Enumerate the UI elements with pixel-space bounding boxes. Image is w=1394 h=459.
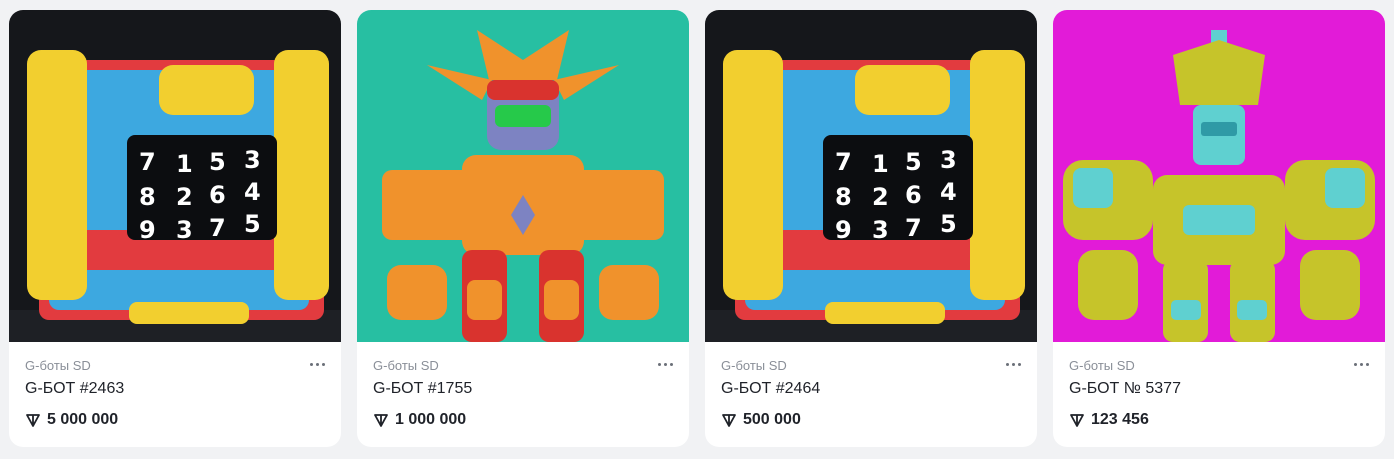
nft-price: 5 000 000 [25,410,325,430]
nft-price: 500 000 [721,410,1021,430]
price-value: 500 000 [743,411,801,428]
cube-digit: 5 [905,148,922,176]
cube-digit: 6 [905,181,922,209]
cube-digit: 7 [835,148,852,176]
collection-name[interactable]: G-боты SD [1069,358,1369,374]
cube-digit: 4 [940,178,957,206]
cube-digit: 3 [872,216,889,244]
more-dots-icon[interactable] [1001,356,1025,372]
nft-image-cube-lock-bot[interactable]: 7 8 9 1 2 3 5 6 7 3 4 5 [9,10,341,342]
cube-digit: 7 [905,214,922,242]
ton-icon [374,414,388,427]
nft-title[interactable]: G-БОТ #2463 [25,379,325,399]
nft-card[interactable]: G-боты SD G-БОТ #1755 1 000 000 [357,10,689,447]
collection-name[interactable]: G-боты SD [373,358,673,374]
nft-image-yellow-robot[interactable] [1053,10,1385,342]
nft-title[interactable]: G-БОТ #2464 [721,379,1021,399]
nft-card[interactable]: 7 8 9 1 2 3 5 6 7 3 4 5 G-боты SD G-БОТ … [705,10,1037,447]
more-dots-icon[interactable] [1349,356,1373,372]
nft-card[interactable]: 7 8 9 1 2 3 5 6 7 3 4 5 G-боты SD G-БОТ … [9,10,341,447]
card-info: G-боты SD G-БОТ № 5377 123 456 [1053,342,1385,447]
cube-digit: 5 [940,210,957,238]
ton-icon [1070,414,1084,427]
cube-digit: 3 [244,146,261,174]
nft-image-orange-robot[interactable] [357,10,689,342]
cube-digit: 5 [244,210,261,238]
cube-digit: 2 [872,183,889,211]
card-info: G-боты SD G-БОТ #2464 500 000 [705,342,1037,447]
cube-digit: 9 [139,216,156,244]
collection-name[interactable]: G-боты SD [25,358,325,374]
cube-digit: 3 [176,216,193,244]
nft-image-cube-lock-bot[interactable]: 7 8 9 1 2 3 5 6 7 3 4 5 [705,10,1037,342]
nft-price: 1 000 000 [373,410,673,430]
price-value: 5 000 000 [47,411,119,428]
price-value: 1 000 000 [395,411,467,428]
nft-card[interactable]: G-боты SD G-БОТ № 5377 123 456 [1053,10,1385,447]
card-info: G-боты SD G-БОТ #1755 1 000 000 [357,342,689,447]
cube-digit: 1 [872,150,889,178]
cube-digit: 1 [176,150,193,178]
nft-title[interactable]: G-БОТ #1755 [373,379,673,399]
more-dots-icon[interactable] [305,356,329,372]
cube-digit: 2 [176,183,193,211]
cube-digit: 6 [209,181,226,209]
cube-digit: 8 [835,183,852,211]
collection-name[interactable]: G-боты SD [721,358,1021,374]
price-value: 123 456 [1091,411,1149,428]
ton-icon [26,414,40,427]
cube-digit: 5 [209,148,226,176]
cube-digit: 9 [835,216,852,244]
nft-title[interactable]: G-БОТ № 5377 [1069,379,1369,399]
cube-digit: 4 [244,178,261,206]
more-dots-icon[interactable] [653,356,677,372]
cube-digit: 7 [139,148,156,176]
nft-grid: 7 8 9 1 2 3 5 6 7 3 4 5 G-боты SD G-БОТ … [9,10,1385,447]
card-info: G-боты SD G-БОТ #2463 5 000 000 [9,342,341,447]
cube-digit: 3 [940,146,957,174]
nft-price: 123 456 [1069,410,1369,430]
ton-icon [722,414,736,427]
cube-digit: 7 [209,214,226,242]
cube-digit: 8 [139,183,156,211]
